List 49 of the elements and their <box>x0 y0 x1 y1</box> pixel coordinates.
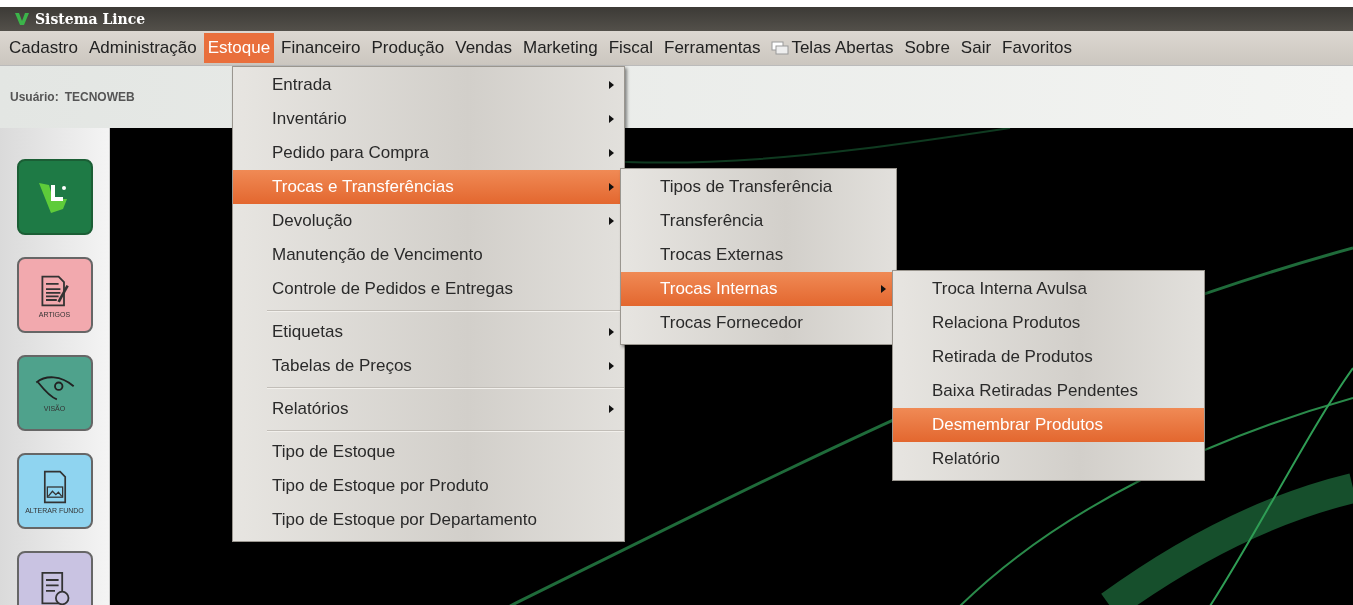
menu-item[interactable]: Relatórios <box>233 392 624 426</box>
windows-icon <box>771 41 790 55</box>
menu-item[interactable]: Trocas Fornecedor <box>621 306 896 340</box>
menu-item[interactable]: Transferência <box>621 204 896 238</box>
menu-bar-item[interactable]: Fiscal <box>604 33 658 63</box>
submenu-arrow-icon <box>609 362 614 370</box>
user-name: TECNOWEB <box>64 90 135 104</box>
menu-item[interactable]: Tipo de Estoque <box>233 435 624 469</box>
menu-bar-item[interactable]: Financeiro <box>277 33 365 63</box>
menu-item[interactable]: Relatório <box>893 442 1204 476</box>
user-label: Usuário: <box>10 90 59 104</box>
menu-bar-item[interactable]: Marketing <box>519 33 602 63</box>
menu-item[interactable]: Retirada de Produtos <box>893 340 1204 374</box>
menu-item[interactable]: Tipos de Transferência <box>621 170 896 204</box>
menu-item[interactable]: Tipo de Estoque por Produto <box>233 469 624 503</box>
submenu-arrow-icon <box>609 217 614 225</box>
submenu-arrow-icon <box>609 328 614 336</box>
menu-item[interactable]: Controle de Pedidos e Entregas <box>233 272 624 306</box>
menu-item[interactable]: Tabelas de Preços <box>233 349 624 383</box>
menu-item[interactable]: Relaciona Produtos <box>893 306 1204 340</box>
menu-bar-item[interactable]: Vendas <box>451 33 516 63</box>
menu-bar-item[interactable]: Produção <box>367 33 449 63</box>
submenu-arrow-icon <box>881 285 886 293</box>
submenu-arrow-icon <box>609 149 614 157</box>
app-logo-icon <box>14 11 30 27</box>
menu-item[interactable]: Trocas Externas <box>621 238 896 272</box>
menu-item[interactable]: Inventário <box>233 102 624 136</box>
shortcut-tile[interactable] <box>16 159 93 235</box>
menu-bar-item[interactable]: Telas Abertas <box>767 33 898 63</box>
submenu-arrow-icon <box>609 115 614 123</box>
submenu-arrow-icon <box>609 183 614 191</box>
submenu-arrow-icon <box>609 81 614 89</box>
menu-item[interactable]: Tipo de Estoque por Departamento <box>233 503 624 537</box>
menu-item[interactable]: Devolução <box>233 204 624 238</box>
menu-bar-item[interactable]: Cadastro <box>5 33 82 63</box>
shortcut-tile[interactable] <box>16 551 93 605</box>
menu-bar-item[interactable]: Sobre <box>900 33 954 63</box>
submenu-arrow-icon <box>609 405 614 413</box>
menu-bar-item[interactable]: Favoritos <box>998 33 1076 63</box>
menu-item[interactable]: Etiquetas <box>233 315 624 349</box>
menu-bar-item[interactable]: Administração <box>85 33 201 63</box>
menu-item[interactable]: Entrada <box>233 68 624 102</box>
menu-item[interactable]: Manutenção de Vencimento <box>233 238 624 272</box>
window-title: Sistema Lince <box>35 11 146 27</box>
menu-bar-item[interactable]: Sair <box>956 33 996 63</box>
menu-item[interactable]: Troca Interna Avulsa <box>893 272 1204 306</box>
menu-bar-item[interactable]: Ferramentas <box>660 33 765 63</box>
menu-item[interactable]: Baixa Retiradas Pendentes <box>893 374 1204 408</box>
menu-item[interactable]: Pedido para Compra <box>233 136 624 170</box>
